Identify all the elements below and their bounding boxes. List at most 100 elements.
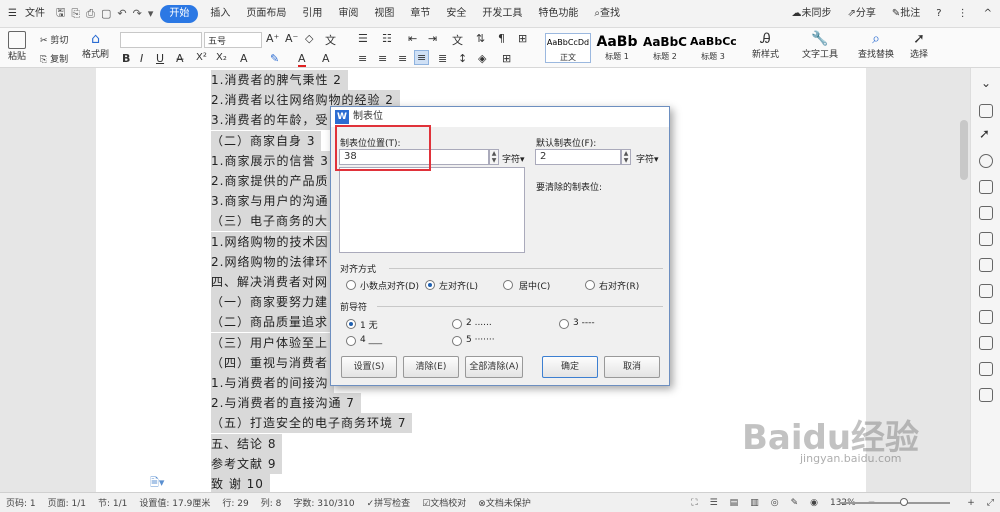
search-tab[interactable]: ⌕查找 <box>586 0 628 28</box>
align-center-label[interactable]: 居中(C) <box>519 279 550 292</box>
tab-chapter[interactable]: 章节 <box>402 0 438 28</box>
print-icon[interactable]: ⎙ <box>83 7 98 21</box>
paste-button[interactable]: 粘贴 <box>8 31 26 62</box>
highlight-icon[interactable]: ✎ <box>270 52 279 65</box>
line-spacing-icon[interactable]: ↕ <box>458 52 467 65</box>
zoom-in-icon[interactable]: + <box>961 498 981 508</box>
save-icon[interactable]: 🖫 <box>53 4 68 23</box>
tab-position-unit-dropdown[interactable]: 字符▾ <box>502 152 525 165</box>
document-line[interactable]: 致 谢 10 <box>211 474 270 494</box>
paragraph-options-icon[interactable]: 🗎▾ <box>150 474 164 493</box>
pointer-icon[interactable]: ➚ <box>979 128 993 142</box>
distributed-icon[interactable]: ≣ <box>438 52 447 65</box>
document-line[interactable]: 2.网络购物的法律环 <box>211 251 335 272</box>
new-style-button[interactable]: Ꭿ 新样式 <box>752 31 779 60</box>
fullscreen-icon[interactable]: ⛶ <box>685 498 703 508</box>
format-painter-button[interactable]: ⌂ 格式刷 <box>82 31 109 60</box>
document-line[interactable]: 1.消费者的脾气秉性 2 <box>211 70 348 90</box>
copy-button[interactable]: ⎘ 复制 <box>40 52 68 65</box>
backup-icon[interactable] <box>979 310 993 324</box>
redo-icon[interactable]: ↷ <box>130 7 145 20</box>
bullet-list-icon[interactable]: ☰ <box>358 32 368 45</box>
tab-stop-list[interactable] <box>339 167 525 253</box>
outline-view-icon[interactable]: ☰ <box>704 498 724 508</box>
document-line[interactable]: 参考文献 9 <box>211 453 283 474</box>
help-panel-icon[interactable] <box>979 388 993 402</box>
document-line[interactable]: 2.与消费者的直接沟通 7 <box>211 393 361 414</box>
document-line[interactable]: 3.商家与用户的沟通 <box>211 191 335 212</box>
chinese-layout-icon[interactable]: 文 <box>452 32 463 48</box>
style-normal[interactable]: AaBbCcDd 正文 <box>545 33 591 63</box>
tab-insert[interactable]: 插入 <box>202 0 238 28</box>
status-word-count[interactable]: 字数: 310/310 <box>287 496 360 509</box>
tab-home[interactable]: 开始 <box>160 4 199 23</box>
align-center-icon[interactable]: ≡ <box>378 52 387 65</box>
leader-dots-label[interactable]: 2 ...... <box>466 318 492 328</box>
document-line[interactable]: （一）商家要努力建 <box>211 292 335 313</box>
document-line[interactable]: 1.网络购物的技术因 <box>211 231 335 252</box>
document-line[interactable]: 2.商家提供的产品质 <box>211 171 335 191</box>
page-view-icon[interactable]: ▤ <box>724 498 745 508</box>
leader-none-radio[interactable] <box>346 319 356 329</box>
styles-panel-icon[interactable] <box>979 104 993 118</box>
style-heading-3[interactable]: AaBbCc 标题 3 <box>690 33 736 63</box>
superscript-icon[interactable]: X² <box>196 52 207 63</box>
clear-button[interactable]: 清除(E) <box>403 356 459 378</box>
settings-icon[interactable] <box>979 180 993 194</box>
document-line[interactable]: 3.消费者的年龄，受 <box>211 110 335 131</box>
chart-icon[interactable] <box>979 284 993 298</box>
tab-page-layout[interactable]: 页面布局 <box>238 0 294 28</box>
font-size-select[interactable]: 五号 <box>204 32 262 48</box>
protection-button[interactable]: ⊗文档未保护 <box>472 496 537 509</box>
subscript-icon[interactable]: X₂ <box>216 52 227 63</box>
document-line[interactable]: 1.与消费者的间接沟 <box>211 373 335 393</box>
tab-security[interactable]: 安全 <box>438 0 474 28</box>
indent-icon[interactable]: ⇥ <box>428 32 437 45</box>
hamburger-icon[interactable]: ☰ <box>0 0 25 28</box>
document-line[interactable]: （四）重视与消费者 <box>211 352 335 373</box>
cancel-button[interactable]: 取消 <box>604 356 660 378</box>
outdent-icon[interactable]: ⇤ <box>408 32 417 45</box>
navigation-icon[interactable] <box>979 154 993 168</box>
font-grow-icon[interactable]: A⁺ <box>266 32 279 45</box>
set-button[interactable]: 设置(S) <box>341 356 397 378</box>
italic-icon[interactable]: I <box>140 52 143 65</box>
tab-developer[interactable]: 开发工具 <box>474 0 530 28</box>
find-replace-button[interactable]: ⌕ 查找替换 <box>858 31 894 60</box>
share-button[interactable]: ⇗分享 <box>840 0 884 28</box>
style-heading-2[interactable]: AaBbC 标题 2 <box>642 33 688 63</box>
document-line[interactable]: （二）商家自身 3 <box>211 130 322 151</box>
leader-middots-radio[interactable] <box>452 336 462 346</box>
text-effect-icon[interactable]: A <box>240 52 248 65</box>
align-right-icon[interactable]: ≡ <box>398 52 407 65</box>
default-tab-input[interactable]: 2 <box>535 149 621 165</box>
comment-button[interactable]: ✎批注 <box>884 0 928 28</box>
align-right-radio[interactable] <box>585 280 595 290</box>
sync-status[interactable]: ☁未同步 <box>784 0 840 28</box>
document-line[interactable]: 四、解决消费者对网 <box>211 272 335 292</box>
border-icon[interactable]: ⊞ <box>502 52 511 65</box>
leader-dashes-radio[interactable] <box>559 319 569 329</box>
fit-icon[interactable]: ⤢ <box>981 498 1000 508</box>
eye-icon[interactable]: ◉ <box>804 498 824 508</box>
leader-underline-radio[interactable] <box>346 336 356 346</box>
leader-middots-label[interactable]: 5 ······· <box>466 335 495 345</box>
sort-icon[interactable]: ⇅ <box>476 32 485 45</box>
table-icon[interactable]: ⊞ <box>518 32 527 45</box>
style-heading-1[interactable]: AaBb 标题 1 <box>594 33 640 63</box>
chevron-down-icon[interactable]: ▾ <box>145 7 157 20</box>
proofread-button[interactable]: ☑文档校对 <box>416 496 472 509</box>
clear-all-button[interactable]: 全部清除(A) <box>465 356 523 378</box>
shape-icon[interactable] <box>979 206 993 220</box>
tab-view[interactable]: 视图 <box>366 0 402 28</box>
select-button[interactable]: ➚ 选择 <box>910 31 928 60</box>
strikethrough-icon[interactable]: A̶ <box>176 52 184 65</box>
text-tools-button[interactable]: 🔧 文字工具 <box>802 31 838 60</box>
vertical-scrollbar[interactable] <box>960 120 968 180</box>
document-icon[interactable] <box>979 362 993 376</box>
collapse-icon[interactable]: ^ <box>976 0 1000 28</box>
font-color-icon[interactable]: A <box>298 52 306 67</box>
document-line[interactable]: 1.商家展示的信誉 3 <box>211 150 335 171</box>
zoom-slider-track[interactable] <box>840 502 950 504</box>
reading-view-icon[interactable]: ✎ <box>785 498 805 508</box>
